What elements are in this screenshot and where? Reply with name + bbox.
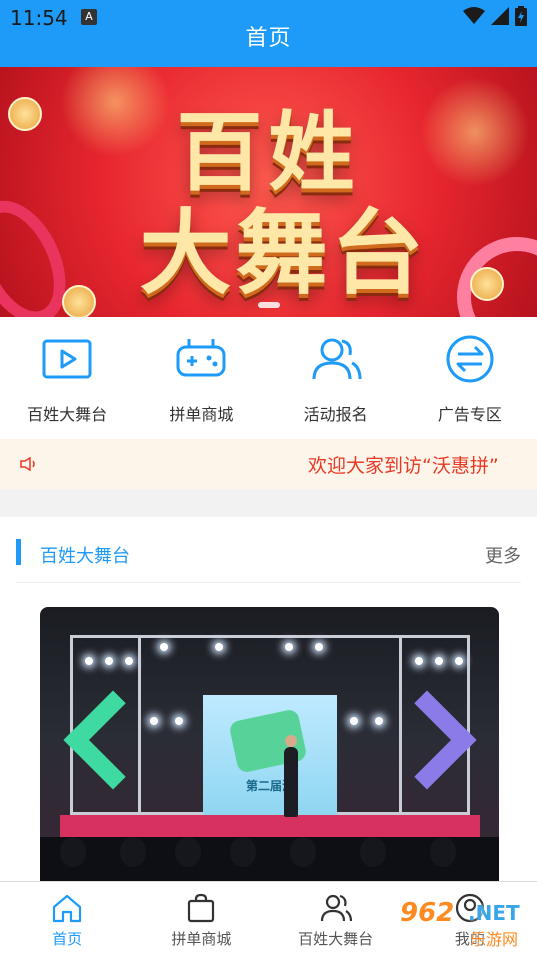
quick-link-label: 活动报名 — [303, 405, 368, 424]
stage-light — [160, 643, 168, 651]
performer — [284, 735, 298, 817]
speaker-icon — [20, 457, 35, 471]
stage-light — [455, 657, 463, 665]
stage-light — [435, 657, 443, 665]
stage-photo[interactable]: 第二届海 — [40, 607, 499, 881]
section-accent-bar — [16, 539, 21, 565]
banner-title-line2: 大舞台 — [139, 200, 428, 307]
audience-head — [230, 837, 256, 867]
stage-light — [415, 657, 423, 665]
stage-light — [315, 643, 323, 651]
carousel-indicator[interactable] — [258, 302, 280, 308]
stage-light — [350, 717, 358, 725]
quick-link-label: 拼单商城 — [169, 405, 234, 424]
play-icon — [42, 339, 92, 379]
audience-head — [290, 837, 316, 867]
quick-links: 百姓大舞台 拼单商城 活动报名 广告专区 — [0, 317, 537, 439]
quick-link-signup[interactable]: 活动报名 — [269, 317, 403, 439]
shopping-bag-icon — [188, 893, 215, 923]
tab-stage[interactable]: 百姓大舞台 — [269, 882, 403, 956]
audience — [40, 837, 499, 881]
stage-light — [215, 643, 223, 651]
notice-bar[interactable]: 欢迎大家到访“沃惠拼” — [0, 439, 537, 489]
notice-text: 欢迎大家到访“沃惠拼” — [308, 455, 499, 477]
stage-light — [125, 657, 133, 665]
stage-light — [175, 717, 183, 725]
quick-link-label: 百姓大舞台 — [27, 405, 108, 424]
quick-link-label: 广告专区 — [437, 405, 502, 424]
users-icon — [312, 338, 362, 380]
screen-text: 第二届海 — [245, 779, 294, 793]
stage-section: 百姓大舞台 更多 第二届海 — [0, 517, 537, 881]
audience-head — [360, 837, 386, 867]
stage-light — [285, 643, 293, 651]
tab-mall[interactable]: 拼单商城 — [134, 882, 268, 956]
audience-head — [175, 837, 201, 867]
quick-link-stage[interactable]: 百姓大舞台 — [0, 317, 134, 439]
stage-light — [375, 717, 383, 725]
stage-light — [85, 657, 93, 665]
tab-label: 百姓大舞台 — [298, 930, 374, 948]
tab-home[interactable]: 首页 — [0, 882, 134, 956]
audience-head — [60, 837, 86, 867]
watermark-name: 乐游网 — [470, 930, 519, 949]
tab-label: 首页 — [52, 930, 83, 948]
page-title: 首页 — [245, 26, 292, 51]
app-header: 11:54 A 首页 — [0, 0, 537, 67]
quick-link-ads[interactable]: 广告专区 — [403, 317, 537, 439]
tab-label: 拼单商城 — [171, 930, 232, 948]
stage-light — [150, 717, 158, 725]
exchange-icon — [446, 335, 494, 383]
section-header: 百姓大舞台 更多 — [16, 517, 521, 583]
gamepad-icon — [176, 339, 226, 377]
banner-carousel[interactable]: 百姓 大舞台 — [0, 67, 537, 317]
section-title: 百姓大舞台 — [40, 546, 130, 567]
audience-head — [430, 837, 456, 867]
site-watermark: 962 .NET 乐游网 — [400, 898, 534, 952]
stage-screen: 第二届海 — [203, 695, 337, 815]
watermark-number: 962 — [400, 898, 455, 928]
more-link[interactable]: 更多 — [485, 542, 521, 568]
watermark-net: .NET — [468, 901, 520, 925]
quick-link-mall[interactable]: 拼单商城 — [134, 317, 268, 439]
audience-head — [120, 837, 146, 867]
users-icon — [320, 894, 352, 922]
stage-light — [105, 657, 113, 665]
home-icon — [53, 894, 82, 923]
